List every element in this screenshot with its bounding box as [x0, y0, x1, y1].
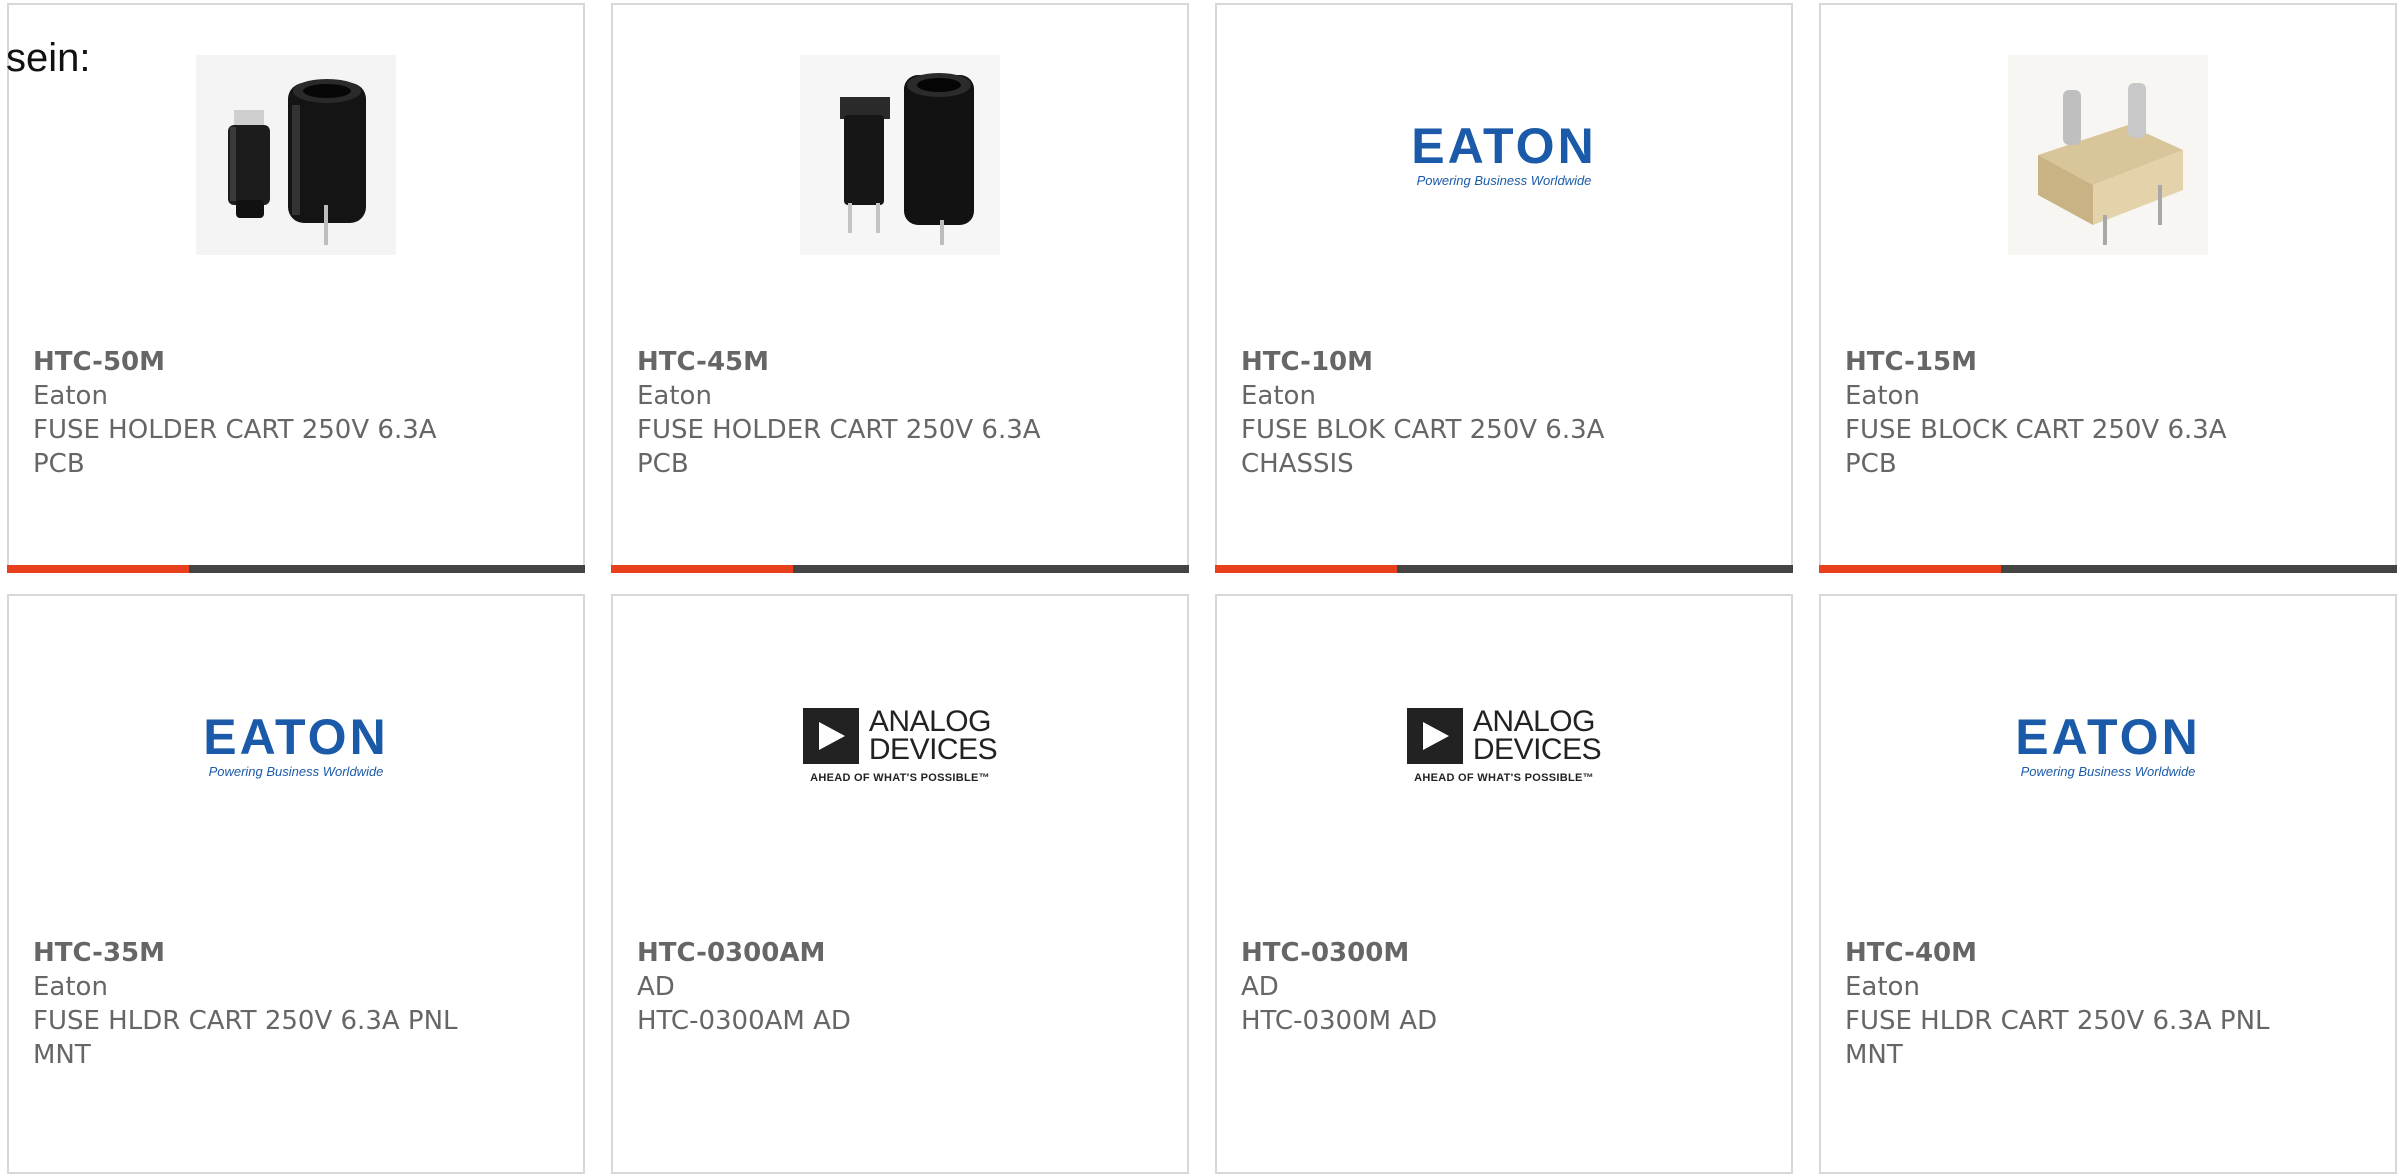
- eaton-logo-tagline: Powering Business Worldwide: [1416, 173, 1592, 188]
- play-triangle-icon: [1406, 708, 1463, 764]
- part-number-link[interactable]: HTC-0300AM: [637, 936, 1163, 970]
- product-image: [1821, 5, 2395, 305]
- part-number-link[interactable]: HTC-15M: [1845, 345, 2371, 379]
- part-number-link[interactable]: HTC-10M: [1241, 345, 1767, 379]
- card-accent-highlight: [7, 565, 189, 573]
- product-card-htc-40m[interactable]: EATON Powering Business Worldwide HTC-40…: [1819, 594, 2397, 1174]
- adi-logo-line-2: DEVICES: [868, 733, 998, 766]
- product-image: EATON Powering Business Worldwide: [1217, 5, 1791, 305]
- product-info: HTC-45M Eaton FUSE HOLDER CART 250V 6.3A…: [637, 345, 1163, 481]
- description-line-1: FUSE BLOCK CART 250V 6.3A: [1845, 415, 2227, 445]
- fuse-holder-photo: [196, 55, 396, 255]
- card-accent-highlight: [1215, 565, 1397, 573]
- part-number-link[interactable]: HTC-45M: [637, 345, 1163, 379]
- description-line-1: FUSE HLDR CART 250V 6.3A PNL: [33, 1006, 458, 1036]
- product-info: HTC-0300M AD HTC-0300M AD: [1241, 936, 1767, 1038]
- product-card-htc-50m[interactable]: HTC-50M Eaton FUSE HOLDER CART 250V 6.3A…: [7, 3, 585, 573]
- fuse-holder-photo: [800, 55, 1000, 255]
- description-line-2: PCB: [33, 449, 85, 479]
- description-line-1: FUSE HOLDER CART 250V 6.3A: [637, 415, 1041, 445]
- analog-devices-logo: ANALOG DEVICES AHEAD OF WHAT'S POSSIBLE™: [1406, 705, 1602, 784]
- manufacturer: Eaton: [33, 972, 108, 1002]
- part-number-link[interactable]: HTC-35M: [33, 936, 559, 970]
- product-info: HTC-0300AM AD HTC-0300AM AD: [637, 936, 1163, 1038]
- description-line-1: FUSE HOLDER CART 250V 6.3A: [33, 415, 437, 445]
- manufacturer: Eaton: [1845, 972, 1920, 1002]
- eaton-logo-word: EATON: [203, 709, 389, 765]
- card-accent-highlight: [611, 565, 793, 573]
- adi-logo-tagline: AHEAD OF WHAT'S POSSIBLE™: [810, 772, 990, 784]
- description-line-2: MNT: [1845, 1040, 1903, 1070]
- manufacturer: AD: [1241, 972, 1279, 1002]
- eaton-logo: EATON Powering Business Worldwide: [196, 712, 396, 780]
- description-line-1: FUSE BLOK CART 250V 6.3A: [1241, 415, 1605, 445]
- card-accent-bar: [611, 565, 1189, 573]
- product-info: HTC-10M Eaton FUSE BLOK CART 250V 6.3A C…: [1241, 345, 1767, 481]
- adi-logo-line-1: ANALOG: [1472, 705, 1596, 738]
- product-card-htc-35m[interactable]: EATON Powering Business Worldwide HTC-35…: [7, 594, 585, 1174]
- manufacturer: AD: [637, 972, 675, 1002]
- eaton-logo: EATON Powering Business Worldwide: [2008, 712, 2208, 780]
- product-image: [613, 5, 1187, 305]
- eaton-logo: EATON Powering Business Worldwide: [1404, 121, 1604, 189]
- product-card-htc-45m[interactable]: HTC-45M Eaton FUSE HOLDER CART 250V 6.3A…: [611, 3, 1189, 573]
- product-grid: HTC-50M Eaton FUSE HOLDER CART 250V 6.3A…: [0, 0, 2400, 1174]
- description-line-2: CHASSIS: [1241, 449, 1354, 479]
- play-triangle-icon: [802, 708, 859, 764]
- product-image: EATON Powering Business Worldwide: [9, 596, 583, 896]
- product-info: HTC-35M Eaton FUSE HLDR CART 250V 6.3A P…: [33, 936, 559, 1072]
- part-number-link[interactable]: HTC-40M: [1845, 936, 2371, 970]
- product-image: ANALOG DEVICES AHEAD OF WHAT'S POSSIBLE™: [1217, 596, 1791, 896]
- eaton-logo-word: EATON: [1411, 118, 1597, 174]
- eaton-logo-word: EATON: [2015, 709, 2201, 765]
- fuse-block-photo: [2008, 55, 2208, 255]
- card-accent-bar: [1819, 565, 2397, 573]
- product-card-htc-10m[interactable]: EATON Powering Business Worldwide HTC-10…: [1215, 3, 1793, 573]
- description-line-2: PCB: [637, 449, 689, 479]
- eaton-logo-tagline: Powering Business Worldwide: [2020, 764, 2196, 779]
- description-line-2: MNT: [33, 1040, 91, 1070]
- manufacturer: Eaton: [33, 381, 108, 411]
- manufacturer: Eaton: [637, 381, 712, 411]
- intro-text: sein:: [6, 36, 91, 80]
- description-line-1: HTC-0300M AD: [1241, 1006, 1438, 1036]
- adi-logo-tagline: AHEAD OF WHAT'S POSSIBLE™: [1414, 772, 1594, 784]
- product-card-htc-0300am[interactable]: ANALOG DEVICES AHEAD OF WHAT'S POSSIBLE™…: [611, 594, 1189, 1174]
- product-info: HTC-50M Eaton FUSE HOLDER CART 250V 6.3A…: [33, 345, 559, 481]
- product-card-htc-15m[interactable]: HTC-15M Eaton FUSE BLOCK CART 250V 6.3A …: [1819, 3, 2397, 573]
- adi-logo-line-1: ANALOG: [868, 705, 992, 738]
- product-image: EATON Powering Business Worldwide: [1821, 596, 2395, 896]
- analog-devices-logo: ANALOG DEVICES AHEAD OF WHAT'S POSSIBLE™: [802, 705, 998, 784]
- product-image: ANALOG DEVICES AHEAD OF WHAT'S POSSIBLE™: [613, 596, 1187, 896]
- part-number-link[interactable]: HTC-0300M: [1241, 936, 1767, 970]
- description-line-1: FUSE HLDR CART 250V 6.3A PNL: [1845, 1006, 2270, 1036]
- manufacturer: Eaton: [1845, 381, 1920, 411]
- product-image: [9, 5, 583, 305]
- card-accent-bar: [1215, 565, 1793, 573]
- description-line-1: HTC-0300AM AD: [637, 1006, 851, 1036]
- product-info: HTC-15M Eaton FUSE BLOCK CART 250V 6.3A …: [1845, 345, 2371, 481]
- product-card-htc-0300m[interactable]: ANALOG DEVICES AHEAD OF WHAT'S POSSIBLE™…: [1215, 594, 1793, 1174]
- eaton-logo-tagline: Powering Business Worldwide: [208, 764, 384, 779]
- card-accent-bar: [7, 565, 585, 573]
- card-accent-highlight: [1819, 565, 2001, 573]
- part-number-link[interactable]: HTC-50M: [33, 345, 559, 379]
- description-line-2: PCB: [1845, 449, 1897, 479]
- adi-logo-line-2: DEVICES: [1472, 733, 1602, 766]
- manufacturer: Eaton: [1241, 381, 1316, 411]
- product-info: HTC-40M Eaton FUSE HLDR CART 250V 6.3A P…: [1845, 936, 2371, 1072]
